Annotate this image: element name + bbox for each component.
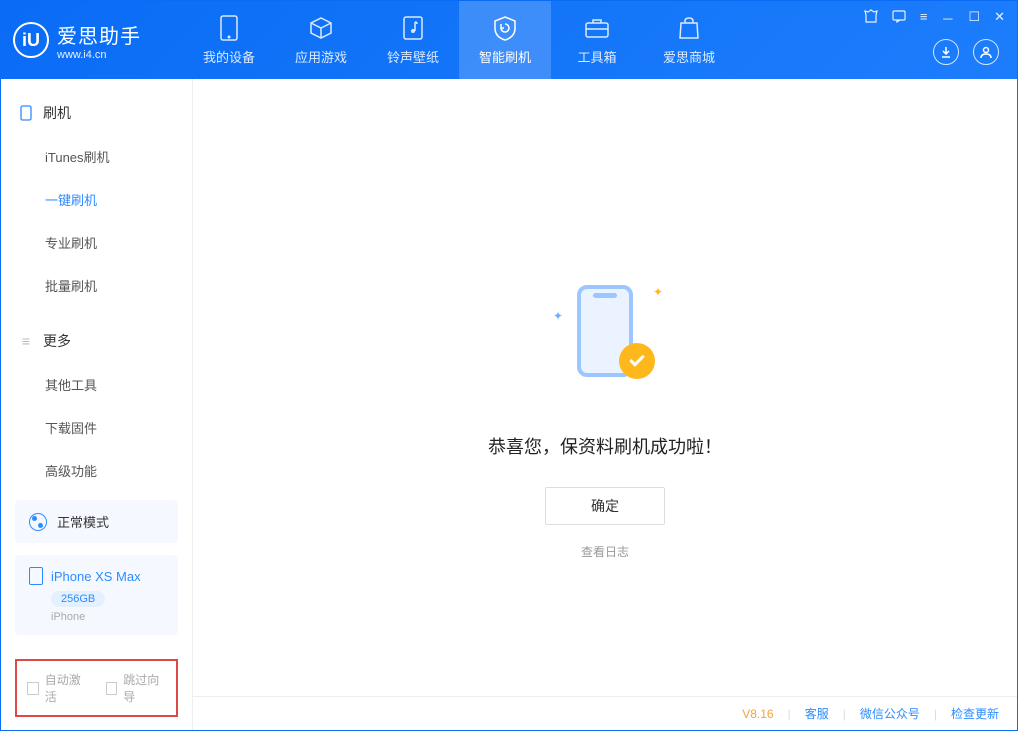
phone-small-icon	[19, 106, 33, 120]
sparkle-icon: ✦	[553, 309, 563, 323]
header: iU 爱思助手 www.i4.cn 我的设备 应用游戏 铃声壁纸 智能刷机	[1, 1, 1017, 79]
tab-toolbox[interactable]: 工具箱	[551, 1, 643, 79]
success-illustration: ✦ ✦	[545, 279, 665, 399]
app-logo: iU 爱思助手 www.i4.cn	[13, 20, 183, 61]
sidebar-item-advanced[interactable]: 高级功能	[1, 449, 192, 492]
toolbox-icon	[584, 15, 610, 41]
sidebar-item-pro-flash[interactable]: 专业刷机	[1, 221, 192, 264]
list-icon: ≡	[19, 334, 33, 348]
main-content: ✦ ✦ 恭喜您，保资料刷机成功啦！ 确定 查看日志	[193, 79, 1017, 730]
tab-label: 爱思商城	[663, 47, 715, 66]
header-actions	[933, 39, 999, 65]
checkbox-icon	[27, 682, 39, 695]
footer-link-update[interactable]: 检查更新	[951, 705, 999, 722]
tab-apps-games[interactable]: 应用游戏	[275, 1, 367, 79]
device-type: iPhone	[51, 611, 164, 623]
sidebar-item-download-firmware[interactable]: 下载固件	[1, 406, 192, 449]
menu-icon[interactable]: ≡	[920, 9, 928, 28]
tab-label: 智能刷机	[479, 47, 531, 66]
device-name-row: iPhone XS Max	[29, 567, 164, 585]
maximize-icon[interactable]: ☐	[968, 9, 980, 28]
shield-icon	[492, 15, 518, 41]
mode-box[interactable]: 正常模式	[15, 500, 178, 543]
tab-label: 应用游戏	[295, 47, 347, 66]
checkbox-skip-guide[interactable]: 跳过向导	[106, 671, 167, 705]
tab-ringtone-wallpaper[interactable]: 铃声壁纸	[367, 1, 459, 79]
sidebar-item-onekey-flash[interactable]: 一键刷机	[1, 178, 192, 221]
storage-badge: 256GB	[51, 591, 105, 607]
checkbox-icon	[106, 682, 118, 695]
body: 刷机 iTunes刷机 一键刷机 专业刷机 批量刷机 ≡ 更多 其他工具 下载固…	[1, 79, 1017, 730]
section-title: 刷机	[43, 103, 71, 123]
mode-label: 正常模式	[57, 512, 109, 531]
app-window: iU 爱思助手 www.i4.cn 我的设备 应用游戏 铃声壁纸 智能刷机	[0, 0, 1018, 731]
bag-icon	[676, 15, 702, 41]
user-icon[interactable]	[973, 39, 999, 65]
device-box[interactable]: iPhone XS Max 256GB iPhone	[15, 555, 178, 635]
logo-icon: iU	[13, 22, 49, 58]
device-icon	[216, 15, 242, 41]
cube-icon	[308, 15, 334, 41]
music-icon	[400, 15, 426, 41]
view-log-link[interactable]: 查看日志	[581, 543, 629, 560]
app-subtitle: www.i4.cn	[57, 49, 141, 61]
sidebar-item-batch-flash[interactable]: 批量刷机	[1, 264, 192, 307]
options-box: 自动激活 跳过向导	[15, 659, 178, 717]
section-header-more: ≡ 更多	[1, 325, 192, 363]
checkbox-auto-activate[interactable]: 自动激活	[27, 671, 88, 705]
mode-icon	[29, 513, 47, 531]
check-circle-icon	[619, 343, 655, 379]
window-controls: ≡ － ☐ ✕	[864, 9, 1005, 28]
download-icon[interactable]	[933, 39, 959, 65]
sidebar: 刷机 iTunes刷机 一键刷机 专业刷机 批量刷机 ≡ 更多 其他工具 下载固…	[1, 79, 193, 730]
tab-label: 铃声壁纸	[387, 47, 439, 66]
tab-label: 工具箱	[577, 47, 616, 66]
footer-right: V8.16 | 客服 | 微信公众号 | 检查更新	[742, 705, 999, 722]
version-label: V8.16	[742, 707, 773, 721]
sidebar-item-itunes-flash[interactable]: iTunes刷机	[1, 135, 192, 178]
phone-icon	[29, 567, 43, 585]
feedback-icon[interactable]	[892, 9, 906, 28]
tab-smart-flash[interactable]: 智能刷机	[459, 1, 551, 79]
app-title: 爱思助手	[57, 20, 141, 49]
sparkle-icon: ✦	[653, 285, 663, 299]
sidebar-section-flash: 刷机 iTunes刷机 一键刷机 专业刷机 批量刷机	[1, 79, 192, 307]
footer-link-wechat[interactable]: 微信公众号	[860, 705, 920, 722]
close-icon[interactable]: ✕	[994, 9, 1005, 28]
sidebar-section-more: ≡ 更多 其他工具 下载固件 高级功能	[1, 307, 192, 492]
logo-text: 爱思助手 www.i4.cn	[57, 20, 141, 61]
tab-store[interactable]: 爱思商城	[643, 1, 735, 79]
status-bar: V8.16 | 客服 | 微信公众号 | 检查更新	[193, 696, 1017, 730]
checkbox-label: 自动激活	[45, 671, 88, 705]
section-title: 更多	[43, 331, 71, 351]
section-header-flash: 刷机	[1, 97, 192, 135]
device-name: iPhone XS Max	[51, 569, 141, 584]
skin-icon[interactable]	[864, 9, 878, 28]
minimize-icon[interactable]: －	[941, 9, 954, 28]
tab-my-device[interactable]: 我的设备	[183, 1, 275, 79]
main-tabs: 我的设备 应用游戏 铃声壁纸 智能刷机 工具箱 爱思商城	[183, 1, 735, 79]
tab-label: 我的设备	[203, 47, 255, 66]
checkbox-label: 跳过向导	[123, 671, 166, 705]
sidebar-item-other-tools[interactable]: 其他工具	[1, 363, 192, 406]
success-message: 恭喜您，保资料刷机成功啦！	[488, 433, 722, 459]
footer-link-service[interactable]: 客服	[805, 705, 829, 722]
confirm-button[interactable]: 确定	[545, 487, 665, 525]
